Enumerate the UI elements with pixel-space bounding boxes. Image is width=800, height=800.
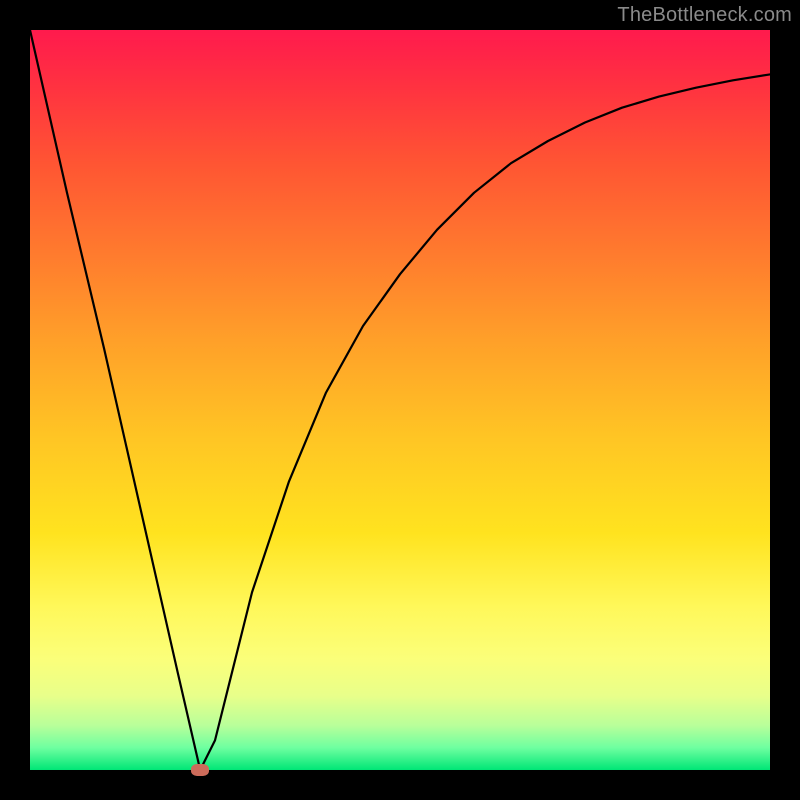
watermark-text: TheBottleneck.com xyxy=(617,4,792,27)
bottleneck-curve xyxy=(30,30,770,770)
optimal-point-marker xyxy=(191,764,209,776)
plot-area xyxy=(30,30,770,770)
chart-frame: TheBottleneck.com xyxy=(0,0,800,800)
